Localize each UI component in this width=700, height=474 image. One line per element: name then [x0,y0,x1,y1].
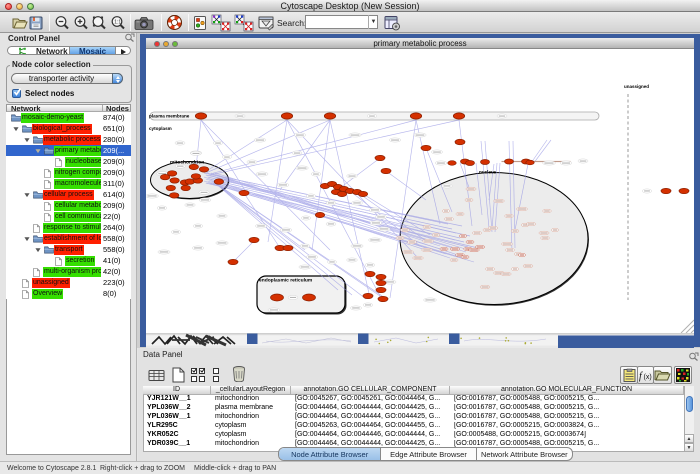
svg-text:endoplasmic reticulum: endoplasmic reticulum [259,278,313,284]
svg-text:nucleus: nucleus [479,170,497,175]
svg-text:cytoplasm: cytoplasm [149,126,172,131]
svg-text:(x): (x) [644,374,652,381]
svg-text:1:1: 1:1 [114,20,121,26]
svg-text:unassigned: unassigned [624,84,649,89]
svg-text:plasma membrane: plasma membrane [149,114,190,119]
svg-text:mitochondrion: mitochondrion [170,160,204,166]
svg-text:f: f [639,371,643,382]
